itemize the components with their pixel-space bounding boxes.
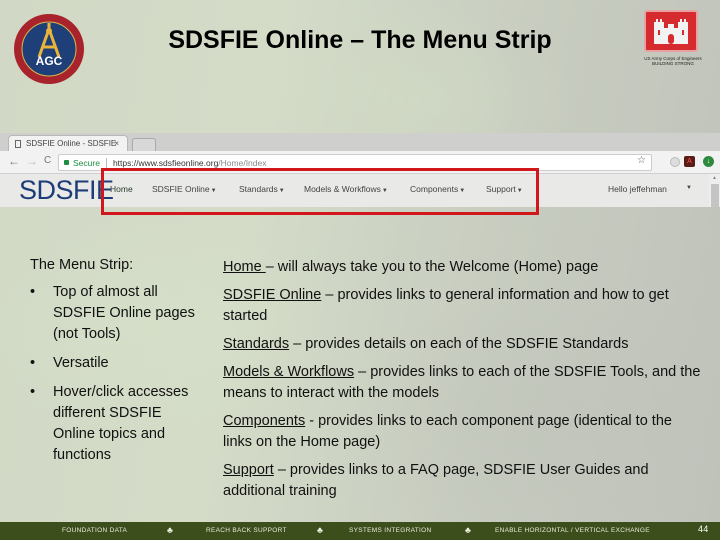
- bullet-item: • Hover/click accesses different SDSFIE …: [30, 384, 189, 463]
- footer-item: REACH BACK SUPPORT: [206, 527, 287, 534]
- extension-circle-icon[interactable]: [670, 157, 680, 167]
- summary-column: The Menu Strip: • Top of almost all SDSF…: [30, 257, 205, 474]
- bullet-icon: •: [30, 355, 36, 371]
- reload-icon[interactable]: C: [44, 155, 51, 166]
- bullet-item: • Top of almost all SDSFIE Online pages …: [30, 284, 195, 342]
- url-path: /Home/Index: [218, 157, 267, 168]
- page-icon: [15, 139, 21, 148]
- url-host: https://www.sdsfieonline.org: [112, 157, 219, 168]
- description-standards: Standards – provides details on each of …: [223, 336, 629, 352]
- secure-label: Secure: [73, 157, 100, 168]
- description-support: Support – provides links to a FAQ page, …: [223, 462, 649, 499]
- castle-icon: [644, 10, 698, 52]
- download-extension-icon[interactable]: ↓: [703, 156, 714, 167]
- site-brand[interactable]: SDSFIE: [19, 175, 114, 206]
- pdf-extension-icon[interactable]: A: [684, 156, 695, 167]
- bullet-icon: •: [30, 384, 36, 400]
- description-components: Components - provides links to each comp…: [223, 413, 672, 450]
- forward-icon[interactable]: →: [26, 154, 38, 168]
- menu-strip-highlight: [101, 168, 539, 215]
- footer-item: FOUNDATION DATA: [62, 527, 128, 534]
- back-icon[interactable]: ←: [8, 154, 20, 168]
- description-home: Home – will always take you to the Welco…: [223, 259, 599, 275]
- footer-item: SYSTEMS INTEGRATION: [349, 527, 432, 534]
- menu-descriptions: Home – will always take you to the Welco…: [223, 257, 703, 509]
- slide-footer: FOUNDATION DATA ♣ REACH BACK SUPPORT ♣ S…: [0, 522, 720, 540]
- close-icon[interactable]: ×: [114, 139, 119, 148]
- new-tab-button[interactable]: [132, 138, 156, 151]
- svg-text:AGC: AGC: [36, 54, 63, 68]
- page-number: 44: [698, 524, 709, 534]
- bullet-icon: •: [30, 284, 36, 300]
- user-menu-chevron-icon[interactable]: ▼: [686, 185, 692, 191]
- scrollbar-thumb[interactable]: [711, 184, 719, 207]
- footer-item: ENABLE HORIZONTAL / VERTICAL EXCHANGE: [495, 527, 650, 534]
- description-models-workflows: Models & Workflows – provides links to e…: [223, 364, 701, 401]
- user-greeting[interactable]: Hello jeffehman: [608, 184, 667, 194]
- scrollbar[interactable]: ▲: [709, 174, 720, 207]
- slide-title: SDSFIE Online – The Menu Strip: [168, 26, 552, 54]
- bullet-item: • Versatile: [30, 353, 205, 374]
- summary-heading: The Menu Strip:: [30, 257, 134, 273]
- browser-tab[interactable]: SDSFIE Online - SDSFIE ×: [8, 135, 128, 151]
- tab-title: SDSFIE Online - SDSFIE: [26, 139, 117, 148]
- scroll-up-icon[interactable]: ▲: [712, 175, 717, 181]
- castle-separator-icon: ♣: [317, 525, 324, 535]
- usace-logo: US Army Corps of Engineers BUILDING STRO…: [638, 10, 708, 66]
- tab-strip: SDSFIE Online - SDSFIE ×: [0, 133, 720, 151]
- bookmark-star-icon[interactable]: ☆: [637, 155, 646, 166]
- castle-separator-icon: ♣: [167, 525, 174, 535]
- lock-icon: [64, 160, 69, 165]
- description-sdsfie-online: SDSFIE Online – provides links to genera…: [223, 287, 669, 324]
- usace-caption-line2: BUILDING STRONG: [652, 61, 694, 66]
- castle-separator-icon: ♣: [465, 525, 472, 535]
